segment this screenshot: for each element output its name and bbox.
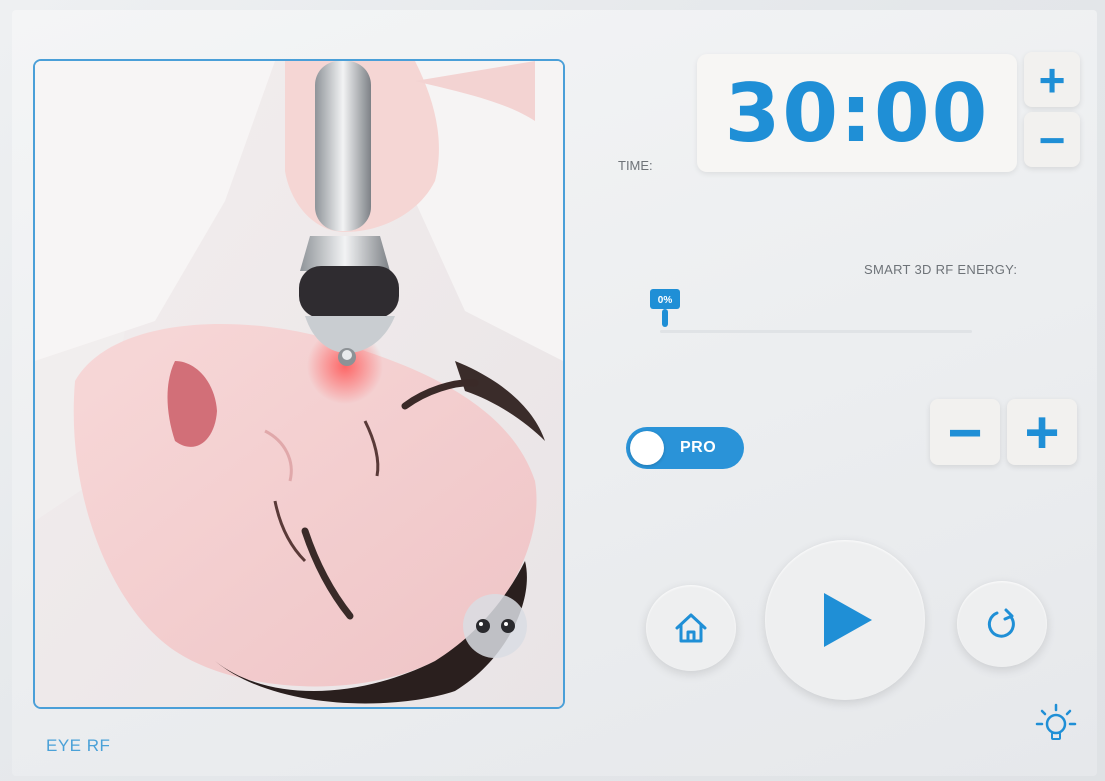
play-icon <box>824 593 872 647</box>
home-icon <box>675 613 707 643</box>
reset-icon <box>987 608 1015 638</box>
lightbulb-icon <box>1035 703 1077 740</box>
treatment-mode-label: EYE RF <box>46 736 111 755</box>
energy-label: SMART 3D RF ENERGY: <box>864 262 1018 277</box>
treatment-image-panel <box>33 59 565 709</box>
time-display: 30:00 <box>697 54 1017 172</box>
energy-slider-handle[interactable]: 0% <box>648 287 682 331</box>
eye-rf-probe-icon <box>463 594 527 658</box>
time-decrease-button[interactable]: − <box>1024 112 1080 167</box>
toggle-label: PRO <box>680 439 717 456</box>
light-button[interactable] <box>1034 700 1078 748</box>
reset-button[interactable] <box>957 581 1047 667</box>
energy-level-badge: 0% <box>658 295 673 306</box>
time-increase-button[interactable]: + <box>1024 52 1080 107</box>
time-label: TIME: <box>618 158 653 173</box>
energy-increase-button[interactable]: + <box>1007 399 1077 466</box>
start-button[interactable] <box>765 540 925 700</box>
energy-decrease-button[interactable]: − <box>930 399 1000 466</box>
energy-slider-track[interactable] <box>660 330 972 333</box>
toggle-knob <box>630 431 664 465</box>
treatment-illustration <box>35 61 563 707</box>
home-button[interactable] <box>646 585 736 671</box>
pro-mode-toggle[interactable]: PRO <box>626 427 744 469</box>
